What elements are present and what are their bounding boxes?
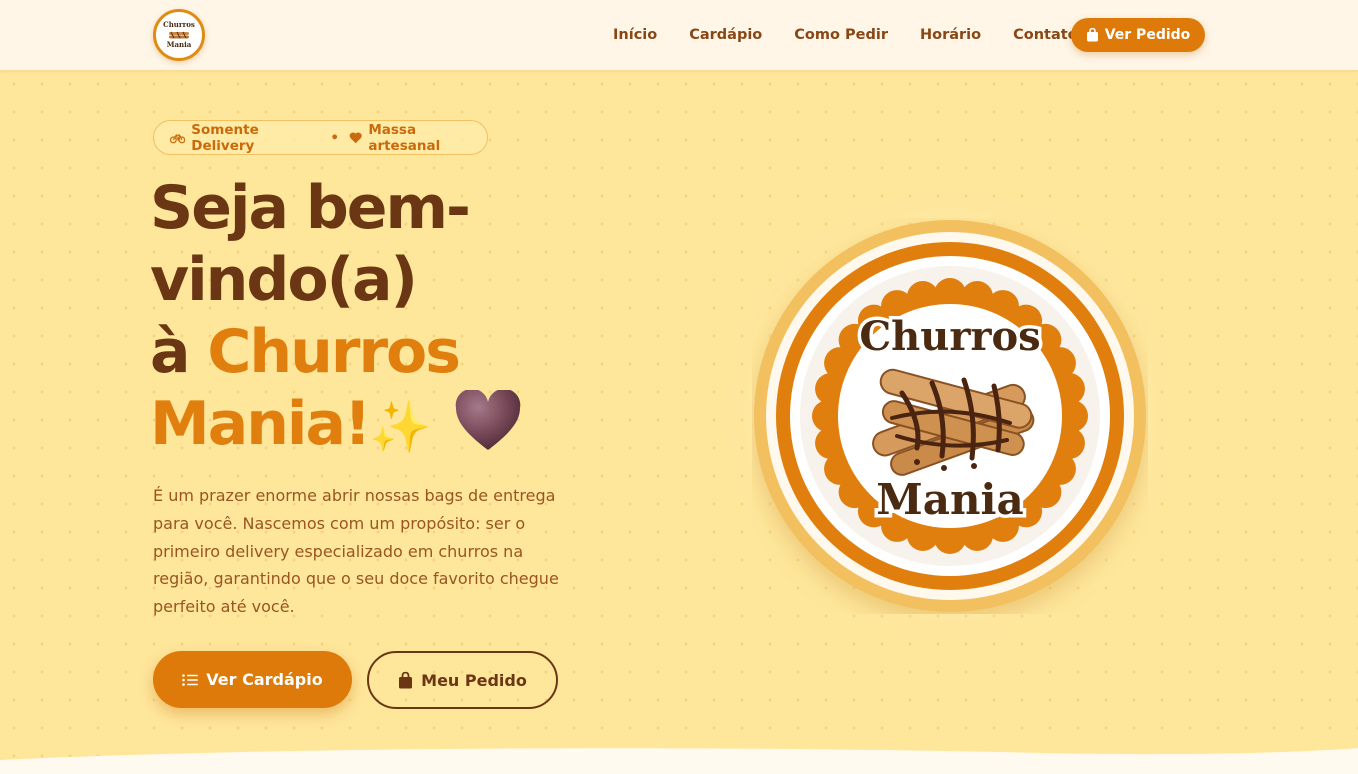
bag-icon (1086, 28, 1098, 42)
meu-pedido-label: Meu Pedido (421, 670, 527, 690)
nav-logo-bottom-text: Mania (166, 40, 192, 49)
bag-icon (399, 671, 413, 688)
nav-link-como-pedir[interactable]: Como Pedir (794, 25, 888, 45)
badge-artesanal-text: Massa artesanal (368, 121, 441, 154)
heart-icon (349, 132, 362, 144)
hero-title-line2: vindo(a) (150, 245, 418, 315)
hero-title-brand-churros: Churros (207, 317, 461, 387)
nav-link-inicio[interactable]: Início (613, 25, 657, 45)
nav-links: Início Cardápio Como Pedir Horário Conta… (613, 25, 1110, 45)
ver-cardapio-label: Ver Cardápio (206, 670, 323, 689)
nav-link-cardapio[interactable]: Cardápio (689, 25, 762, 45)
bike-icon (170, 134, 186, 143)
hero-badge: Somente Delivery • Massa artesanal (153, 120, 488, 155)
hero-title-prefix: à (150, 317, 208, 387)
nav-link-horario[interactable]: Horário (920, 25, 981, 45)
sparkle-icon: ✨ (369, 398, 432, 456)
churro-icon (169, 31, 189, 39)
hero-title: Seja bem- vindo(a) à Churros Mania!✨ (150, 172, 670, 463)
badge-separator: • (330, 129, 339, 146)
nav-logo-top-text: Churros (163, 20, 195, 29)
list-icon (182, 673, 199, 686)
nav-logo[interactable]: Churros Mania (153, 9, 205, 61)
logo-top-text: Churros (859, 313, 1040, 360)
ver-pedido-label: Ver Pedido (1104, 27, 1191, 43)
badge-delivery-text: Somente Delivery (191, 121, 259, 154)
nav-link-contato[interactable]: Contato (1013, 25, 1078, 45)
brown-heart-icon (455, 390, 520, 451)
churros-mania-logo: Churros Mania (754, 220, 1146, 612)
navbar: Churros Mania Início Cardápio Como Pedir… (0, 0, 1358, 70)
ver-cardapio-button[interactable]: Ver Cardápio (153, 651, 352, 708)
hero-title-line1: Seja bem- (150, 173, 471, 243)
hero-logo: Churros Mania (752, 218, 1148, 614)
logo-bottom-text: Mania (876, 475, 1023, 524)
hero-description: É um prazer enorme abrir nossas bags de … (153, 486, 559, 617)
ver-pedido-button[interactable]: Ver Pedido (1071, 18, 1205, 52)
meu-pedido-button[interactable]: Meu Pedido (367, 651, 558, 709)
hero-title-brand-mania: Mania! (150, 389, 371, 459)
bottom-wave (0, 748, 1358, 774)
